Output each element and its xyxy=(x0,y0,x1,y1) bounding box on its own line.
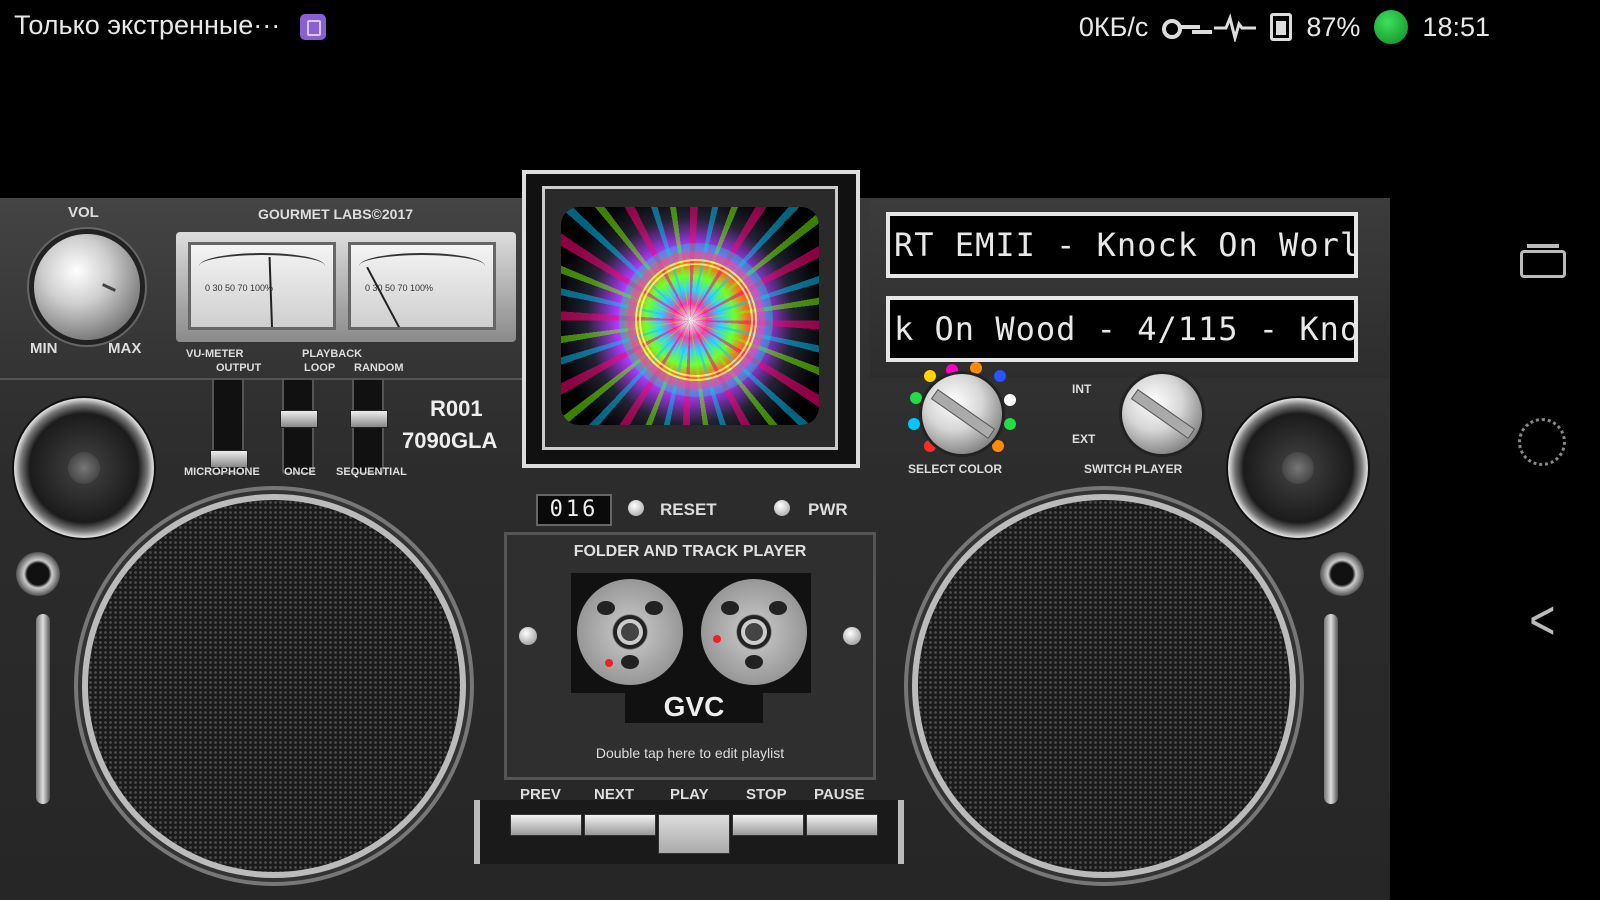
next-button[interactable] xyxy=(584,814,656,836)
prev-button[interactable] xyxy=(510,814,582,836)
notification-area[interactable]: Только экстренные··· xyxy=(14,10,326,41)
model-line-2: 7090GLA xyxy=(402,428,498,453)
switch-player-knob[interactable] xyxy=(1122,374,1202,454)
notification-text: Только экстренные··· xyxy=(14,10,281,40)
ext-label: EXT xyxy=(1072,432,1096,446)
color-dot xyxy=(1004,418,1016,430)
volume-label: VOL xyxy=(68,204,99,221)
power-label: PWR xyxy=(808,500,848,519)
playback-slider[interactable] xyxy=(280,378,318,474)
power-button[interactable] xyxy=(774,500,790,516)
color-dot xyxy=(924,370,936,382)
reel-hole xyxy=(769,601,787,615)
play-button[interactable] xyxy=(658,814,730,854)
reset-button[interactable] xyxy=(628,500,644,516)
cassette-screw-right xyxy=(843,627,861,645)
vu-scale-arc xyxy=(199,253,325,279)
playback-slider-knob[interactable] xyxy=(280,410,318,428)
switch-player-label: SWITCH PLAYER xyxy=(1084,462,1183,476)
recent-apps-icon[interactable] xyxy=(1520,244,1566,278)
cassette-title: FOLDER AND TRACK PLAYER xyxy=(573,543,807,560)
cassette-window xyxy=(571,573,811,693)
tape-reel-left xyxy=(577,579,683,685)
color-dot xyxy=(1004,394,1016,406)
vu-scale-text: 0 30 50 70 100% xyxy=(205,283,274,293)
order-slider[interactable] xyxy=(350,378,388,474)
reel-hole xyxy=(597,601,615,615)
playback-label: PLAYBACK xyxy=(302,348,363,360)
output-label: OUTPUT xyxy=(216,362,262,374)
battery-icon xyxy=(1270,13,1293,41)
reel-marker xyxy=(605,659,613,667)
volume-min-label: MIN xyxy=(30,340,58,357)
speaker-left xyxy=(88,500,460,872)
color-dot xyxy=(910,392,922,404)
int-label: INT xyxy=(1072,382,1092,396)
reel-hole xyxy=(721,601,739,615)
tweeter-left xyxy=(14,398,154,538)
microphone-label: MICROPHONE xyxy=(184,466,260,478)
random-label: RANDOM xyxy=(354,362,404,374)
activity-pulse-icon xyxy=(1214,13,1257,42)
once-label: ONCE xyxy=(284,466,316,478)
back-icon[interactable]: < xyxy=(1529,592,1555,648)
notification-app-icon xyxy=(299,13,326,40)
status-bar: Только экстренные··· 0КБ/с 87% 18:51 xyxy=(0,0,1600,58)
handle-right xyxy=(1324,614,1338,804)
track-counter: 016 xyxy=(536,494,612,526)
speaker-right xyxy=(918,500,1290,872)
tweeter-right xyxy=(1228,398,1368,538)
fingerprint-icon[interactable] xyxy=(1518,418,1566,466)
system-navigation: < xyxy=(1490,230,1600,650)
vu-meter-panel: 0 30 50 70 100% 0 30 50 70 100% xyxy=(176,232,516,342)
reel-marker xyxy=(713,635,721,643)
headphone-jack-right xyxy=(1320,552,1364,596)
status-icons: 0КБ/с 87% 18:51 xyxy=(1079,10,1490,44)
select-color-knob[interactable] xyxy=(922,374,1002,454)
reel-hole xyxy=(745,655,763,669)
cassette-deck[interactable]: FOLDER AND TRACK PLAYER GVC Double tap h… xyxy=(504,532,876,780)
clock: 18:51 xyxy=(1422,11,1490,42)
pause-button[interactable] xyxy=(806,814,878,836)
order-slider-knob[interactable] xyxy=(350,410,388,428)
model-line-1: R001 xyxy=(430,396,483,421)
green-status-dot xyxy=(1374,10,1409,44)
volume-knob[interactable] xyxy=(34,234,140,340)
reel-hole xyxy=(621,655,639,669)
playlist-hint: Double tap here to edit playlist xyxy=(595,745,785,761)
reset-label: RESET xyxy=(660,500,717,519)
output-slider[interactable] xyxy=(210,378,248,474)
color-dot xyxy=(992,440,1004,452)
sequential-label: SEQUENTIAL xyxy=(336,466,407,478)
cassette-screw-left xyxy=(519,627,537,645)
brand-label: GOURMET LABS©2017 xyxy=(258,206,414,222)
net-speed: 0КБ/с xyxy=(1078,11,1149,42)
music-visualizer[interactable] xyxy=(561,207,819,425)
transport-controls xyxy=(474,800,904,864)
color-dot xyxy=(908,418,920,430)
color-dot xyxy=(994,370,1006,382)
reel-hole xyxy=(645,601,663,615)
color-dot xyxy=(970,362,982,374)
visualizer-frame xyxy=(522,170,860,468)
lcd-track-display: k On Wood - 4/115 - Knock xyxy=(886,296,1358,362)
vu-meter-right: 0 30 50 70 100% xyxy=(348,242,496,330)
cassette-brand: GVC xyxy=(625,691,763,723)
lcd-artist-display: RT EMII - Knock On World xyxy=(886,212,1358,278)
battery-level: 87% xyxy=(1306,11,1361,42)
vpn-key-icon xyxy=(1162,17,1201,39)
vu-meter-label: VU-METER xyxy=(186,348,244,360)
headphone-jack-left xyxy=(16,552,60,596)
select-color-label: SELECT COLOR xyxy=(908,462,1003,476)
visualizer-bezel xyxy=(542,186,838,450)
volume-max-label: MAX xyxy=(108,340,142,357)
tape-reel-right xyxy=(701,579,807,685)
stop-button[interactable] xyxy=(732,814,804,836)
handle-left xyxy=(36,614,50,804)
volume-knob-marker xyxy=(102,283,116,292)
loop-label: LOOP xyxy=(304,362,336,374)
vu-scale-arc xyxy=(359,253,485,279)
vu-meter-left: 0 30 50 70 100% xyxy=(188,242,336,330)
